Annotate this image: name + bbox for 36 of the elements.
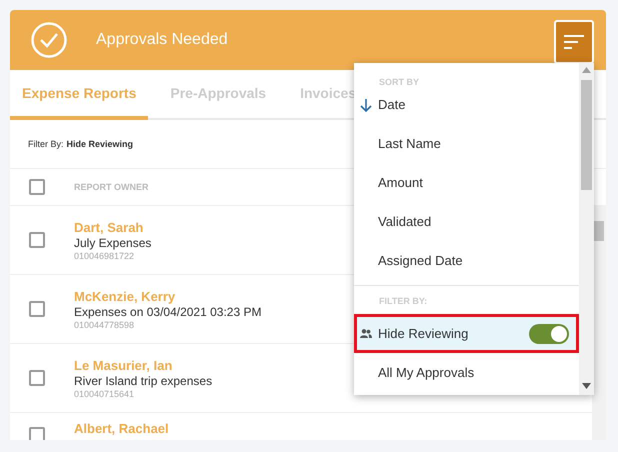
people-icon <box>360 329 372 338</box>
sort-option[interactable]: Validated <box>354 202 579 241</box>
filter-option[interactable]: All My Approvals <box>354 353 579 392</box>
row-checkbox[interactable] <box>29 370 45 386</box>
filter-label: Filter By: <box>28 139 64 149</box>
report-id: 010040715641 <box>74 388 136 398</box>
owner-name: Dart, Sarah <box>74 220 144 234</box>
report-title: Expenses on 03/04/2021 03:23 PM <box>74 304 262 318</box>
sort-lines-icon <box>563 34 585 50</box>
select-all-checkbox[interactable] <box>29 179 45 195</box>
row-checkbox[interactable] <box>29 427 45 440</box>
toggle-switch[interactable] <box>529 324 569 344</box>
page-title: Approvals Needed <box>96 31 229 49</box>
report-id: 010044778598 <box>74 320 136 330</box>
column-header: REPORT OWNER <box>74 182 149 192</box>
owner-name: Le Masurier, Ian <box>74 358 174 372</box>
row-checkbox[interactable] <box>29 232 45 248</box>
sort-option[interactable]: Assigned Date <box>354 241 579 280</box>
checkmark-circle-icon <box>30 21 68 59</box>
owner-name: Albert, Rachael <box>74 421 169 436</box>
sort-option[interactable]: Amount <box>354 163 579 202</box>
sort-option[interactable]: Last Name <box>354 124 579 163</box>
scroll-thumb[interactable] <box>581 80 592 190</box>
row-checkbox[interactable] <box>29 301 45 317</box>
filter-value: Hide Reviewing <box>66 139 134 149</box>
report-title: River Island trip expenses <box>74 374 212 388</box>
report-id: 010046981722 <box>74 250 136 260</box>
menu-scrollbar[interactable] <box>579 63 594 395</box>
scroll-thumb[interactable] <box>594 221 604 241</box>
filter-option[interactable]: Hide Reviewing <box>354 314 579 353</box>
owner-name: McKenzie, Kerry <box>74 288 176 304</box>
sort-option[interactable]: Date <box>354 85 579 124</box>
scroll-down-icon[interactable] <box>582 383 591 389</box>
sort-menu-button[interactable] <box>554 20 594 64</box>
report-title: July Expenses <box>74 236 152 250</box>
scroll-up-icon[interactable] <box>582 67 591 73</box>
